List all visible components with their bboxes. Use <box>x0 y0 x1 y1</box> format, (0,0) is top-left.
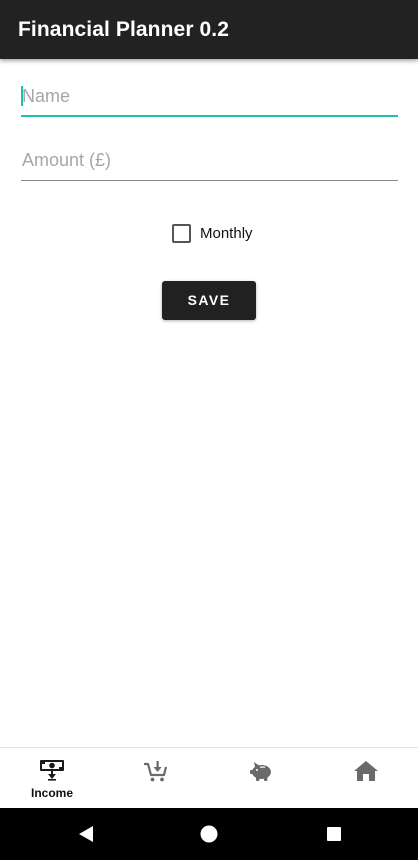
app-bar: Financial Planner 0.2 <box>0 0 418 59</box>
nav-item-savings[interactable] <box>209 748 313 809</box>
amount-placeholder: Amount (£) <box>22 150 112 170</box>
nav-item-home[interactable] <box>314 748 418 809</box>
back-icon[interactable] <box>75 823 97 845</box>
home-circle-icon[interactable] <box>198 823 220 845</box>
name-input[interactable]: Name <box>21 83 398 117</box>
app-title: Financial Planner 0.2 <box>18 18 230 41</box>
nav-label-income: Income <box>30 786 73 800</box>
recents-icon[interactable] <box>323 823 345 845</box>
save-button[interactable]: SAVE <box>162 281 256 320</box>
name-placeholder: Name <box>22 86 71 106</box>
checkbox-box[interactable] <box>172 223 191 243</box>
piggy-bank-icon <box>250 762 271 781</box>
shopping-cart-icon <box>144 761 168 782</box>
bottom-navigation: Income <box>0 747 418 809</box>
income-icon <box>40 760 64 781</box>
amount-input[interactable]: Amount (£) <box>21 147 398 181</box>
monthly-label[interactable]: Monthly <box>200 225 253 242</box>
amount-underline <box>21 180 398 181</box>
system-navigation-bar <box>0 808 418 860</box>
nav-item-shopping[interactable] <box>104 748 208 809</box>
name-underline <box>21 115 398 117</box>
home-icon <box>354 761 378 781</box>
nav-item-income[interactable]: Income <box>0 748 104 809</box>
monthly-checkbox[interactable]: Monthly <box>172 222 253 244</box>
